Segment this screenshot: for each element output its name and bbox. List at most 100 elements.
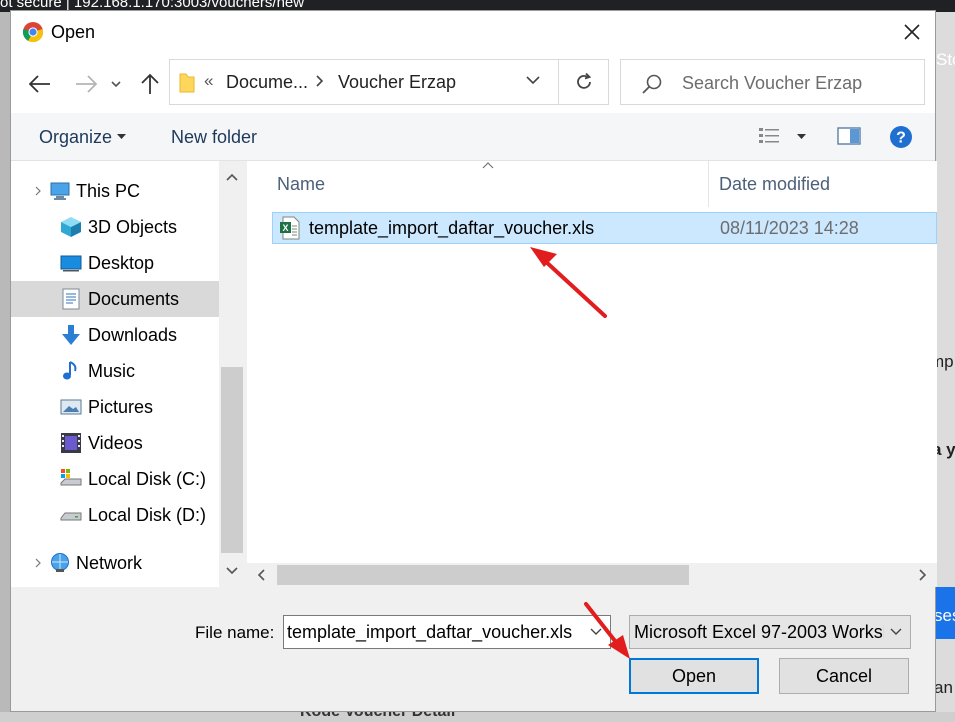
file-name: template_import_daftar_voucher.xls <box>309 218 595 238</box>
scroll-up-icon[interactable] <box>226 173 238 181</box>
open-file-dialog: Open « Docume... Voucher Erzap Search Vo… <box>10 10 937 712</box>
up-button[interactable] <box>137 71 163 97</box>
help-icon[interactable]: ? <box>889 125 913 149</box>
arrow-right-icon <box>76 75 97 93</box>
chevron-right-icon[interactable] <box>35 558 41 568</box>
nav-item-downloads[interactable]: Downloads <box>11 317 219 353</box>
address-bar[interactable]: « Docume... Voucher Erzap <box>169 59 609 105</box>
folder-icon <box>179 73 195 93</box>
nav-label: Local Disk (D:) <box>88 505 207 525</box>
breadcrumb-voucher-erzap[interactable]: Voucher Erzap <box>338 72 456 93</box>
chevron-right-icon[interactable] <box>316 75 324 87</box>
background-right-strip: Sto mp a y ses an <box>936 12 955 722</box>
bg-fragment: a y <box>936 440 955 459</box>
excel-file-icon: X <box>280 216 300 240</box>
sort-ascending-icon <box>482 162 494 169</box>
chevron-right-icon[interactable] <box>35 186 41 196</box>
chevron-down-icon[interactable] <box>890 628 902 636</box>
videos-icon <box>61 433 81 453</box>
view-details-icon[interactable] <box>758 125 782 147</box>
caret-down-icon[interactable] <box>797 134 806 140</box>
nav-item-desktop[interactable]: Desktop <box>11 245 219 281</box>
background-left-strip <box>0 12 10 722</box>
nav-item-network[interactable]: Network <box>11 545 219 581</box>
forward-button[interactable] <box>73 71 99 97</box>
back-button[interactable] <box>27 71 53 97</box>
command-toolbar: Organize New folder ? <box>11 113 935 161</box>
preview-pane-icon[interactable] <box>837 127 861 145</box>
recent-locations-button[interactable] <box>109 71 123 97</box>
navigation-pane: This PC 3D Objects Desktop Documents Dow… <box>11 161 219 587</box>
column-header-name[interactable]: Name <box>277 174 325 195</box>
new-folder-button[interactable]: New folder <box>171 127 257 148</box>
nav-label: 3D Objects <box>88 217 178 237</box>
scroll-right-icon[interactable] <box>919 569 927 581</box>
nav-label: Network <box>76 553 143 573</box>
cancel-button[interactable]: Cancel <box>779 658 909 694</box>
nav-label: Pictures <box>88 397 154 417</box>
bg-fragment: Kode Voucher Detail <box>300 712 455 721</box>
search-icon <box>642 74 662 94</box>
nav-item-videos[interactable]: Videos <box>11 425 219 461</box>
nav-item-this-pc[interactable]: This PC <box>11 173 219 209</box>
file-row-template-import-daftar-voucher[interactable]: X template_import_daftar_voucher.xls 08/… <box>272 212 937 244</box>
nav-item-music[interactable]: Music <box>11 353 219 389</box>
chevron-down-icon[interactable] <box>526 76 540 85</box>
close-icon <box>904 24 920 40</box>
horizontal-scrollbar[interactable] <box>247 563 937 587</box>
nav-item-local-disk-c[interactable]: Local Disk (C:) <box>11 461 219 497</box>
bg-fragment: an <box>936 678 953 697</box>
download-icon <box>62 325 80 345</box>
file-list-pane: Name Date modified X template_import_daf… <box>247 161 937 587</box>
open-button[interactable]: Open <box>629 658 759 694</box>
scroll-left-icon[interactable] <box>257 569 265 581</box>
svg-text:?: ? <box>896 130 906 147</box>
desktop-icon <box>60 255 82 272</box>
nav-item-local-disk-d[interactable]: Local Disk (D:) <box>11 497 219 533</box>
refresh-button[interactable] <box>558 60 608 104</box>
chevron-down-icon[interactable] <box>590 628 602 636</box>
nav-scrollbar[interactable] <box>219 161 245 587</box>
nav-item-documents[interactable]: Documents <box>11 281 219 317</box>
svg-text:X: X <box>282 223 288 233</box>
disk-d-icon <box>60 512 82 521</box>
search-input[interactable]: Search Voucher Erzap <box>682 73 862 94</box>
arrow-left-icon <box>29 75 50 93</box>
cube-icon <box>61 217 81 237</box>
file-name-field[interactable]: template_import_daftar_voucher.xls <box>283 615 611 649</box>
nav-label: This PC <box>76 181 141 201</box>
file-type-select[interactable]: Microsoft Excel 97-2003 Worksl <box>629 615 911 649</box>
nav-item-3d-objects[interactable]: 3D Objects <box>11 209 219 245</box>
chevron-down-icon <box>111 80 121 87</box>
scrollbar-thumb[interactable] <box>221 367 243 553</box>
nav-label: Music <box>88 361 136 381</box>
file-date-modified: 08/11/2023 14:28 <box>720 218 859 238</box>
bg-fragment: Sto <box>936 50 955 69</box>
background-bottom-strip: Kode Voucher Detail <box>0 712 955 722</box>
music-icon <box>63 361 77 380</box>
scrollbar-thumb[interactable] <box>277 565 689 585</box>
nav-label: Local Disk (C:) <box>88 469 207 489</box>
nav-label: Documents <box>88 289 180 309</box>
dialog-title: Open <box>51 22 96 42</box>
dialog-titlebar: Open <box>11 11 935 53</box>
bg-fragment: mp <box>936 352 954 371</box>
bg-fragment: ses <box>936 606 955 625</box>
caret-down-icon[interactable] <box>117 134 126 140</box>
file-name-value[interactable]: template_import_daftar_voucher.xls <box>287 622 572 643</box>
column-header-date-modified[interactable]: Date modified <box>719 174 830 195</box>
nav-item-pictures[interactable]: Pictures <box>11 389 219 425</box>
organize-button[interactable]: Organize <box>39 127 112 148</box>
navigation-row: « Docume... Voucher Erzap Search Voucher… <box>11 53 935 113</box>
chrome-icon <box>22 22 44 43</box>
column-divider[interactable] <box>708 161 709 207</box>
search-box[interactable]: Search Voucher Erzap <box>620 59 925 105</box>
scroll-down-icon[interactable] <box>226 567 238 575</box>
address-overflow[interactable]: « <box>204 71 213 91</box>
nav-label: Videos <box>88 433 143 453</box>
network-icon <box>51 553 69 572</box>
file-type-value: Microsoft Excel 97-2003 Worksl <box>634 622 884 642</box>
breadcrumb-documents[interactable]: Docume... <box>226 72 308 93</box>
pictures-icon <box>60 399 82 415</box>
close-button[interactable] <box>889 11 935 53</box>
